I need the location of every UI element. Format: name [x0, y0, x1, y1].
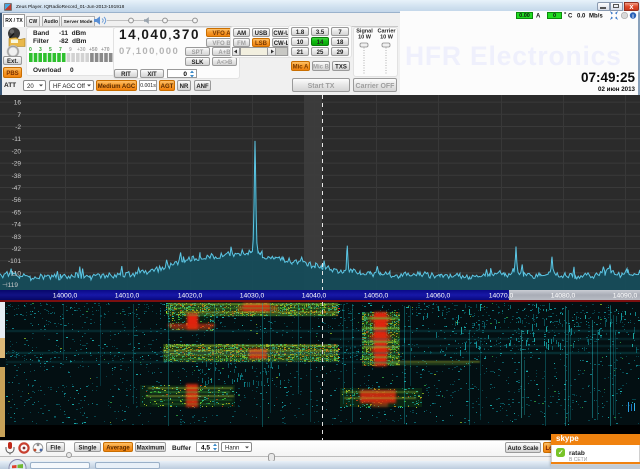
svg-text:-29: -29	[12, 161, 22, 168]
svg-text:⊣119: ⊣119	[2, 282, 18, 289]
svg-text:-11: -11	[12, 136, 21, 143]
svg-text:-74: -74	[12, 222, 22, 229]
svg-text:-47: -47	[12, 185, 22, 192]
svg-text:-38: -38	[12, 173, 22, 180]
svg-text:7: 7	[17, 112, 21, 119]
svg-text:-65: -65	[12, 209, 22, 216]
svg-text:-2: -2	[15, 124, 21, 131]
svg-text:-56: -56	[12, 197, 22, 204]
svg-text:-110: -110	[8, 270, 21, 277]
svg-text:-101: -101	[8, 258, 21, 265]
svg-text:-92: -92	[12, 246, 22, 253]
svg-text:-20: -20	[12, 148, 22, 155]
svg-text:16: 16	[14, 100, 22, 107]
svg-text:-83: -83	[12, 234, 22, 241]
